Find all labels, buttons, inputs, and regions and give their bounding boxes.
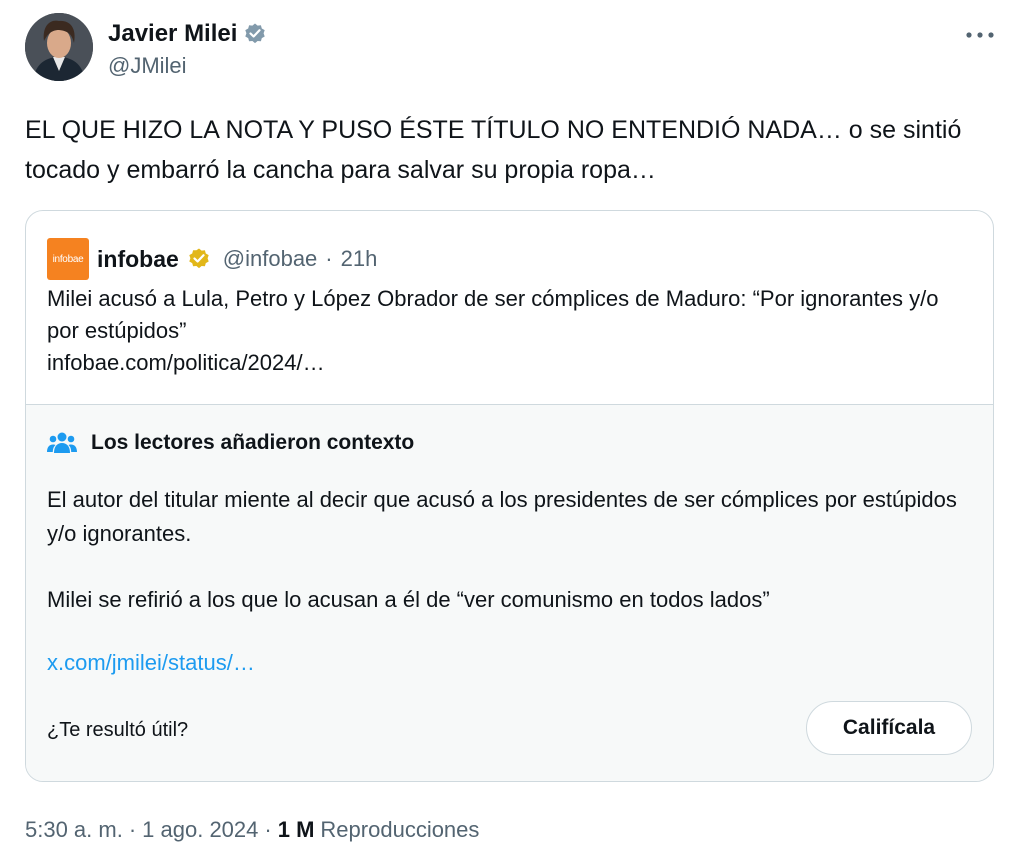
more-options-button[interactable] (962, 23, 998, 47)
infobae-logo-text: infobae (52, 253, 84, 265)
rate-note-button[interactable]: Califícala (806, 701, 972, 755)
author-name-row: Javier Milei (108, 20, 267, 48)
views-label: Reproducciones (320, 817, 480, 842)
community-note-paragraph-1: El autor del titular miente al decir que… (47, 487, 957, 546)
avatar-image (25, 13, 93, 81)
quoted-tweet-link[interactable]: infobae.com/politica/2024/… (47, 350, 325, 375)
quoted-author-handle[interactable]: @infobae (223, 246, 318, 272)
people-icon (47, 432, 77, 453)
helpful-question: ¿Te resultó útil? (47, 719, 189, 741)
tweet-time[interactable]: 5:30 a. m. (25, 817, 123, 843)
verified-badge-icon[interactable] (243, 22, 267, 46)
tweet-date[interactable]: 1 ago. 2024 (142, 817, 258, 843)
avatar[interactable] (25, 13, 93, 81)
meta-separator: · (325, 246, 333, 271)
community-note-link[interactable]: x.com/jmilei/status/… (47, 650, 255, 676)
community-note-paragraph-2: Milei se refirió a los que lo acusan a é… (47, 587, 770, 612)
gold-verified-badge-icon[interactable] (187, 247, 211, 271)
tweet-footer-meta: 5:30 a. m. · 1 ago. 2024 · 1 M Reproducc… (25, 817, 479, 843)
author-handle[interactable]: @JMilei (108, 53, 187, 79)
quoted-tweet-headline: Milei acusó a Lula, Petro y López Obrado… (47, 286, 939, 343)
author-name[interactable]: Javier Milei (108, 20, 237, 48)
footer-separator: · (264, 817, 272, 842)
infobae-logo[interactable]: infobae (47, 238, 89, 280)
quoted-tweet-header: infobae infobae @infobae · 21h (47, 238, 377, 280)
tweet-header: Javier Milei @JMilei (25, 13, 998, 85)
quoted-tweet-time[interactable]: 21h (341, 246, 378, 272)
quoted-tweet-body: Milei acusó a Lula, Petro y López Obrado… (47, 283, 967, 379)
community-note-header: Los lectores añadieron contexto (47, 431, 414, 455)
quoted-author-name[interactable]: infobae (97, 246, 179, 273)
community-note: Los lectores añadieron contexto El autor… (26, 404, 993, 781)
more-dots-icon (966, 32, 994, 38)
community-note-title: Los lectores añadieron contexto (91, 431, 415, 454)
footer-separator: · (128, 817, 137, 842)
quoted-tweet-card[interactable]: infobae infobae @infobae · 21h Milei acu… (25, 210, 994, 782)
views-count: 1 M (277, 817, 315, 842)
tweet-text: EL QUE HIZO LA NOTA Y PUSO ÉSTE TÍTULO N… (25, 116, 962, 184)
